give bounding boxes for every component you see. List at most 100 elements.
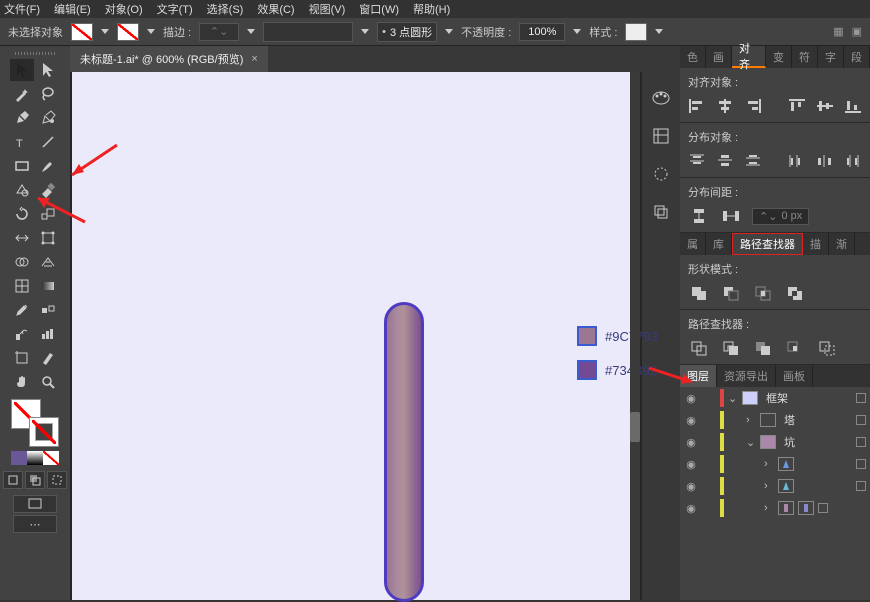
menu-help[interactable]: 帮助(H) bbox=[413, 1, 450, 17]
menu-type[interactable]: 文字(T) bbox=[157, 1, 193, 17]
draw-behind-icon[interactable] bbox=[25, 471, 45, 489]
vertical-scrollbar[interactable] bbox=[630, 72, 640, 600]
chip-none[interactable] bbox=[43, 451, 59, 465]
hdist-left-icon[interactable] bbox=[788, 151, 806, 171]
tab-char[interactable]: 符 bbox=[792, 46, 818, 68]
scale-tool[interactable] bbox=[36, 203, 60, 225]
stroke-dropdown-icon[interactable] bbox=[147, 29, 155, 34]
spacing-value-field[interactable]: ⌃⌄0 px bbox=[752, 208, 809, 225]
layer-row-path2[interactable]: ◉ › bbox=[680, 475, 870, 497]
menu-effect[interactable]: 效果(C) bbox=[257, 1, 294, 17]
direct-selection-tool[interactable] bbox=[36, 59, 60, 81]
expand-icon[interactable]: › bbox=[764, 480, 774, 492]
perspective-grid-tool[interactable] bbox=[36, 251, 60, 273]
vdist-center-icon[interactable] bbox=[716, 151, 734, 171]
lasso-tool[interactable] bbox=[36, 83, 60, 105]
tab-pathfinder[interactable]: 路径查找器 bbox=[732, 233, 803, 255]
fill-dropdown-icon[interactable] bbox=[101, 29, 109, 34]
tab-stroke[interactable]: 描 bbox=[803, 233, 829, 255]
tab-artboards[interactable]: 画板 bbox=[776, 365, 813, 387]
close-tab-icon[interactable]: × bbox=[251, 53, 257, 65]
eraser-tool[interactable] bbox=[36, 179, 60, 201]
pf-crop-icon[interactable] bbox=[784, 338, 806, 358]
hand-tool[interactable] bbox=[10, 371, 34, 393]
line-segment-tool[interactable] bbox=[36, 131, 60, 153]
fill-swatch[interactable] bbox=[71, 23, 93, 41]
stroke-weight-dropdown-icon[interactable] bbox=[247, 29, 255, 34]
tab-gradient[interactable]: 渐 bbox=[829, 233, 855, 255]
stroke-swatch[interactable] bbox=[117, 23, 139, 41]
curvature-tool[interactable] bbox=[36, 107, 60, 129]
pf-unite-icon[interactable] bbox=[688, 283, 710, 303]
properties-panel-icon[interactable] bbox=[649, 124, 673, 148]
toolbox-grip[interactable] bbox=[15, 52, 55, 55]
expand-icon[interactable]: › bbox=[764, 502, 774, 514]
align-right-icon[interactable] bbox=[744, 96, 762, 116]
tab-layers[interactable]: 图层 bbox=[680, 365, 717, 387]
layer-row-1[interactable]: ◉ ⌄ 框架 bbox=[680, 387, 870, 409]
canvas[interactable]: #9C7793 #734B92 bbox=[72, 72, 640, 600]
menu-select[interactable]: 选择(S) bbox=[207, 1, 244, 17]
target-icon[interactable] bbox=[856, 481, 866, 491]
appearance-panel-icon[interactable] bbox=[649, 162, 673, 186]
hdist-right-icon[interactable] bbox=[844, 151, 862, 171]
layer-name[interactable]: 塔 bbox=[780, 412, 852, 428]
zoom-tool[interactable] bbox=[36, 371, 60, 393]
magic-wand-tool[interactable] bbox=[10, 83, 34, 105]
vspacing-icon[interactable] bbox=[688, 206, 710, 226]
paintbrush-tool[interactable] bbox=[36, 155, 60, 177]
layer-name[interactable]: 框架 bbox=[762, 390, 852, 406]
stroke-color-box[interactable] bbox=[29, 417, 59, 447]
layers-panel-icon[interactable] bbox=[649, 200, 673, 224]
align-bottom-icon[interactable] bbox=[844, 96, 862, 116]
document-tab[interactable]: 未标题-1.ai* @ 600% (RGB/预览) × bbox=[70, 46, 268, 72]
column-graph-tool[interactable] bbox=[36, 323, 60, 345]
target-icon[interactable] bbox=[856, 393, 866, 403]
pf-intersect-icon[interactable] bbox=[752, 283, 774, 303]
target-icon[interactable] bbox=[818, 503, 828, 513]
draw-normal-icon[interactable] bbox=[3, 471, 23, 489]
align-docs-icon[interactable]: ▦ bbox=[833, 25, 843, 38]
blend-tool[interactable] bbox=[36, 299, 60, 321]
chip-solid[interactable] bbox=[11, 451, 27, 465]
layer-row-3[interactable]: ◉ ⌄ 坑 bbox=[680, 431, 870, 453]
target-icon[interactable] bbox=[856, 437, 866, 447]
target-icon[interactable] bbox=[856, 415, 866, 425]
expand-icon[interactable]: ⌄ bbox=[728, 392, 738, 405]
artwork-pill-shape[interactable] bbox=[384, 302, 424, 602]
eyedropper-tool[interactable] bbox=[10, 299, 34, 321]
color-panel-icon[interactable] bbox=[649, 86, 673, 110]
tab-asset-export[interactable]: 资源导出 bbox=[717, 365, 776, 387]
visibility-icon[interactable]: ◉ bbox=[684, 414, 698, 427]
align-vcenter-icon[interactable] bbox=[816, 96, 834, 116]
menu-view[interactable]: 视图(V) bbox=[309, 1, 346, 17]
menu-object[interactable]: 对象(O) bbox=[105, 1, 143, 17]
tab-color[interactable]: 色 bbox=[680, 46, 706, 68]
tab-transform[interactable]: 变 bbox=[766, 46, 792, 68]
chip-gradient[interactable] bbox=[27, 451, 43, 465]
pf-outline-icon[interactable] bbox=[816, 338, 838, 358]
draw-inside-icon[interactable] bbox=[47, 471, 67, 489]
layer-name[interactable]: 坑 bbox=[780, 434, 852, 450]
shape-builder-tool[interactable] bbox=[10, 251, 34, 273]
expand-icon[interactable]: › bbox=[746, 414, 756, 426]
hdist-center-icon[interactable] bbox=[816, 151, 834, 171]
symbol-sprayer-tool[interactable] bbox=[10, 323, 34, 345]
mesh-tool[interactable] bbox=[10, 275, 34, 297]
artboard-tool[interactable] bbox=[10, 347, 34, 369]
align-hcenter-icon[interactable] bbox=[716, 96, 734, 116]
vertical-scroll-thumb[interactable] bbox=[630, 412, 640, 442]
opacity-dropdown-icon[interactable] bbox=[573, 29, 581, 34]
expand-icon[interactable]: ⌄ bbox=[746, 436, 756, 449]
visibility-icon[interactable]: ◉ bbox=[684, 392, 698, 405]
layer-row-path1[interactable]: ◉ › bbox=[680, 453, 870, 475]
brush-dropdown-icon[interactable] bbox=[361, 29, 369, 34]
setup-doc-icon[interactable]: ▣ bbox=[852, 25, 862, 38]
visibility-icon[interactable]: ◉ bbox=[684, 480, 698, 493]
pen-tool[interactable] bbox=[10, 107, 34, 129]
style-swatch[interactable] bbox=[625, 23, 647, 41]
brush-profile-select[interactable] bbox=[263, 22, 353, 42]
tab-seg[interactable]: 段 bbox=[844, 46, 870, 68]
gradient-tool[interactable] bbox=[36, 275, 60, 297]
selection-tool[interactable] bbox=[10, 59, 34, 81]
